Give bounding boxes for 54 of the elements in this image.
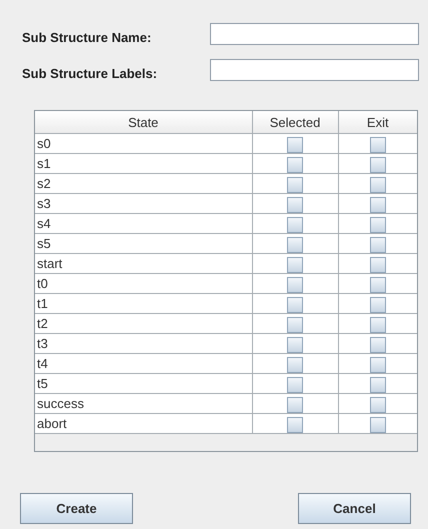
checkbox[interactable] bbox=[370, 336, 386, 353]
table-cell: t2 bbox=[35, 314, 252, 334]
table-cell: success bbox=[35, 394, 252, 414]
checkbox[interactable] bbox=[287, 236, 303, 253]
checkbox[interactable] bbox=[370, 176, 386, 193]
table-cell: start bbox=[35, 254, 252, 274]
checkbox[interactable] bbox=[370, 136, 386, 153]
checkbox[interactable] bbox=[370, 156, 386, 173]
checkbox[interactable] bbox=[287, 296, 303, 313]
table-cell: t1 bbox=[35, 294, 252, 314]
column-header[interactable]: Exit bbox=[338, 111, 417, 134]
checkbox[interactable] bbox=[370, 196, 386, 213]
dialog-button[interactable]: Cancel bbox=[298, 493, 411, 524]
table-cell: abort bbox=[35, 414, 252, 434]
table-cell: s4 bbox=[35, 214, 252, 234]
column-header[interactable]: Selected bbox=[252, 111, 338, 134]
table-cell: t5 bbox=[35, 374, 252, 394]
table-cell: s3 bbox=[35, 194, 252, 214]
table-cell: t3 bbox=[35, 334, 252, 354]
table-cell: s5 bbox=[35, 234, 252, 254]
checkbox[interactable] bbox=[287, 256, 303, 273]
checkbox[interactable] bbox=[370, 376, 386, 393]
checkbox[interactable] bbox=[287, 176, 303, 193]
checkbox[interactable] bbox=[287, 276, 303, 293]
checkbox[interactable] bbox=[287, 316, 303, 333]
checkbox[interactable] bbox=[370, 236, 386, 253]
checkbox[interactable] bbox=[287, 416, 303, 433]
input-field[interactable] bbox=[210, 23, 419, 45]
checkbox[interactable] bbox=[287, 156, 303, 173]
checkbox[interactable] bbox=[370, 276, 386, 293]
checkbox[interactable] bbox=[370, 316, 386, 333]
checkbox[interactable] bbox=[370, 356, 386, 373]
checkbox[interactable] bbox=[287, 136, 303, 153]
table-cell: t4 bbox=[35, 354, 252, 374]
table-cell: t0 bbox=[35, 274, 252, 294]
checkbox[interactable] bbox=[370, 216, 386, 233]
table-cell: s1 bbox=[35, 154, 252, 174]
input-field[interactable] bbox=[210, 59, 419, 81]
table-cell: s0 bbox=[35, 134, 252, 154]
checkbox[interactable] bbox=[287, 356, 303, 373]
checkbox[interactable] bbox=[370, 396, 386, 413]
field-label: Sub Structure Labels: bbox=[22, 64, 158, 80]
table-cell: s2 bbox=[35, 174, 252, 194]
checkbox[interactable] bbox=[287, 196, 303, 213]
checkbox[interactable] bbox=[370, 256, 386, 273]
checkbox[interactable] bbox=[287, 396, 303, 413]
checkbox[interactable] bbox=[370, 296, 386, 313]
checkbox[interactable] bbox=[287, 376, 303, 393]
checkbox[interactable] bbox=[287, 336, 303, 353]
column-header[interactable]: State bbox=[35, 111, 252, 134]
checkbox[interactable] bbox=[370, 416, 386, 433]
dialog-button[interactable]: Create bbox=[20, 493, 133, 524]
field-label: Sub Structure Name: bbox=[22, 28, 152, 44]
checkbox[interactable] bbox=[287, 216, 303, 233]
